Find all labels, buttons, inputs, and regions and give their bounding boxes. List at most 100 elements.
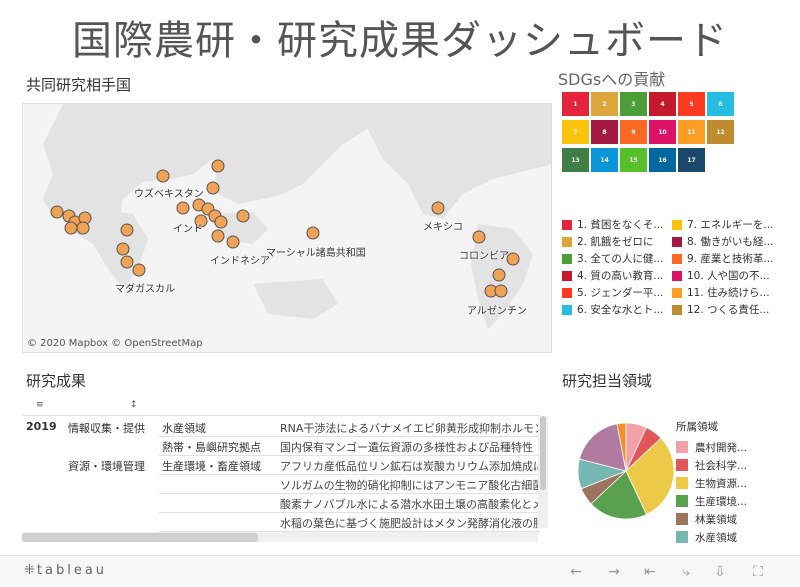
cell-field: 生産環境・畜産領域 [162,460,261,473]
cell-field: 熱帯・島嶼研究拠点 [162,441,261,454]
table-row[interactable]: 水稲の葉色に基づく施肥設計はメタン発酵消化液の肥 [22,513,550,532]
domain-legend-title: 所属領域 [676,421,718,433]
cell-field: 水産領域 [162,422,206,435]
share-icon[interactable]: ⤷ [676,562,696,582]
sdg-legend-swatch [562,304,572,315]
sdg-legend-swatch [672,287,682,298]
sort-icon[interactable]: ≡ [36,400,44,410]
table-row[interactable]: 資源・環境管理 生産環境・畜産領域 アフリカ産低品位リン鉱石は炭酸カリウム添加焼成に [22,456,550,475]
sdg-legend-swatch [562,287,572,298]
download-icon[interactable]: ⇩ [710,562,730,582]
research-table[interactable]: ≡ ↕ 2019 情報収集・提供 水産領域 RNA干渉法によるバナメイエビ卵黄形成抑制… [22,398,550,546]
domain-legend-swatch [676,531,688,543]
sdg-tile-17[interactable]: 17 [678,148,705,172]
sdg-legend-item[interactable]: 11. 住み続けら... [672,285,770,300]
sdg-legend-label: 7. エネルギーを... [687,219,774,231]
research-section-label: 研究成果 [26,372,87,390]
cell-title[interactable]: アフリカ産低品位リン鉱石は炭酸カリウム添加焼成に [280,458,542,474]
domain-legend-label: 水産領域 [695,531,737,544]
cell-title[interactable]: 国内保有マンゴー遺伝資源の多様性および品種特性 [280,439,542,455]
sdg-tile-10[interactable]: 10 [649,120,676,144]
sdg-tile-4[interactable]: 4 [649,92,676,116]
sdg-tile-9[interactable]: 9 [620,120,647,144]
table-vertical-scroll-thumb[interactable] [540,416,546,490]
revert-icon[interactable]: ⇤ [640,562,660,582]
table-row[interactable]: 酸素ナノバブル水による潜水水田土壌の高酸素化とメ [22,494,550,513]
table-row[interactable]: ソルガムの生物的硝化抑制にはアンモニア酸化古細菌 [22,475,550,494]
cell-year: 2019 [26,420,57,433]
domain-legend-item[interactable]: 生産環境... [676,492,796,510]
sdg-legend-item[interactable]: 4. 質の高い教育... [562,268,663,283]
domain-legend-item[interactable]: 水産領域 [676,528,796,546]
sdg-tile-12[interactable]: 12 [707,120,734,144]
cell-title[interactable]: 水稲の葉色に基づく施肥設計はメタン発酵消化液の肥 [280,515,542,531]
redo-icon[interactable]: → [604,562,624,582]
domain-pie-chart[interactable] [576,416,676,526]
domain-legend-swatch [676,459,688,471]
undo-icon[interactable]: ← [566,562,586,582]
sdg-legend-swatch [562,219,572,230]
sdg-tile-1[interactable]: 1 [562,92,589,116]
cell-category: 情報収集・提供 [68,422,145,435]
tableau-logo[interactable]: ⁜ tableau [24,563,107,578]
dashboard: 国際農研・研究成果ダッシュボード 共同研究相手国 ウズベキスタン インド インド… [0,0,800,587]
domain-legend-item[interactable]: 農村開発... [676,438,796,456]
domain-legend-swatch [676,441,688,453]
sdg-tile-8[interactable]: 8 [591,120,618,144]
sort-az-icon[interactable]: ↕ [130,400,138,410]
sdg-legend-swatch [562,253,572,264]
map-label-mexico: メキシコ [423,222,463,233]
sdg-tile-15[interactable]: 15 [620,148,647,172]
sdg-legend-label: 8. 働きがいも経... [687,236,774,248]
table-row[interactable]: 2019 情報収集・提供 水産領域 RNA干渉法によるバナメイエビ卵黄形成抑制ホルモン [22,418,550,437]
sdg-tile-6[interactable]: 6 [707,92,734,116]
sdg-legend-swatch [672,270,682,281]
sdg-legend-item[interactable]: 10. 人や国の不... [672,268,770,283]
map-label-indonesia: インドネシア [210,256,270,267]
sdg-legend-item[interactable]: 1. 貧困をなくそ... [562,217,663,232]
domain-section-label: 研究担当領域 [562,372,653,390]
sdg-legend-label: 5. ジェンダー平... [577,287,664,299]
sdg-legend-label: 12. つくる責任... [687,304,770,316]
domain-legend-label: 生物資源... [695,477,748,490]
sdg-legend-label: 10. 人や国の不... [687,270,770,282]
sdg-tile-14[interactable]: 14 [591,148,618,172]
sdg-legend-swatch [672,304,682,315]
sdg-legend-item[interactable]: 7. エネルギーを... [672,217,773,232]
domain-legend-item[interactable]: 生物資源... [676,474,796,492]
sdg-tile-13[interactable]: 13 [562,148,589,172]
fullscreen-icon[interactable]: ⛶ [748,562,768,582]
sdg-tile-3[interactable]: 3 [620,92,647,116]
map-label-uzbekistan: ウズベキスタン [134,189,204,200]
map-label-argentina: アルゼンチン [467,306,527,317]
sdg-tile-2[interactable]: 2 [591,92,618,116]
partner-country-map[interactable]: ウズベキスタン インド インドネシア マーシャル諸島共和国 マダガスカル メキシ… [22,103,552,353]
sdg-legend-item[interactable]: 8. 働きがいも経... [672,234,773,249]
map-label-colombia: コロンビア [459,251,509,262]
sdg-legend-swatch [672,236,682,247]
domain-legend: 所属領域 農村開発... 社会科学... 生物資源... 生産環境... 林業領域水産領… [676,419,796,546]
domain-legend-label: 農村開発... [695,441,748,454]
cell-title[interactable]: RNA干渉法によるバナメイエビ卵黄形成抑制ホルモン [280,420,542,436]
sdg-legend-item[interactable]: 5. ジェンダー平... [562,285,663,300]
sdg-tile-7[interactable]: 7 [562,120,589,144]
sdg-tile-16[interactable]: 16 [649,148,676,172]
domain-legend-item[interactable]: 林業領域 [676,510,796,528]
cell-title[interactable]: 酸素ナノバブル水による潜水水田土壌の高酸素化とメ [280,496,542,512]
domain-legend-swatch [676,495,688,507]
sdg-legend-item[interactable]: 3. 全ての人に健... [562,251,663,266]
cell-title[interactable]: ソルガムの生物的硝化抑制にはアンモニア酸化古細菌 [280,477,542,493]
table-horizontal-scroll-thumb[interactable] [22,533,258,542]
sdg-legend-item[interactable]: 6. 安全な水とト... [562,302,663,317]
sdg-legend-item[interactable]: 9. 産業と技術革... [672,251,773,266]
sdg-legend-swatch [562,236,572,247]
sdg-legend-label: 2. 飢餓をゼロに [577,236,654,248]
sdg-legend-item[interactable]: 2. 飢餓をゼロに [562,234,653,249]
domain-legend-swatch [676,513,688,525]
sdg-tile-11[interactable]: 11 [678,120,705,144]
domain-legend-item[interactable]: 社会科学... [676,456,796,474]
sdg-legend-item[interactable]: 12. つくる責任... [672,302,769,317]
sdg-tile-5[interactable]: 5 [678,92,705,116]
map-attribution: © 2020 Mapbox © OpenStreetMap [27,338,203,349]
table-row[interactable]: 熱帯・島嶼研究拠点 国内保有マンゴー遺伝資源の多様性および品種特性 [22,437,550,456]
